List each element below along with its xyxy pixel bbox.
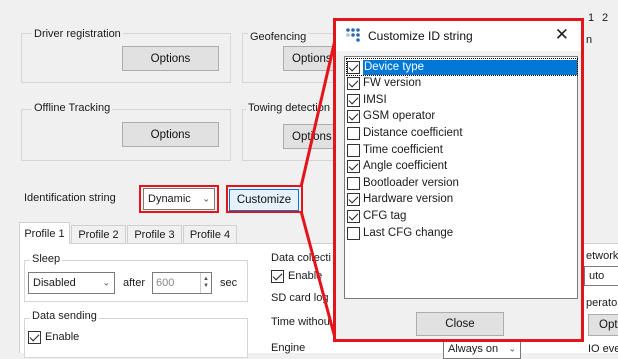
chevron-down-icon: ⌄ [102, 277, 110, 288]
app-logo-icon [346, 28, 360, 42]
operator-label: perator [586, 297, 618, 309]
list-item[interactable]: Last CFG change [347, 225, 577, 241]
list-item-checkbox[interactable] [347, 176, 360, 190]
list-item[interactable]: Distance coefficient [347, 125, 577, 141]
engine-value: Always on [448, 343, 499, 355]
list-item-label: GSM operator [363, 110, 436, 123]
sd-card-log-label: SD card log [271, 292, 329, 304]
io-events-label: IO events [588, 343, 618, 355]
close-icon[interactable]: ✕ [555, 25, 569, 45]
operator-options-button[interactable]: Opti [588, 314, 618, 336]
list-item-checkbox[interactable] [347, 209, 360, 223]
tab-profile-3[interactable]: Profile 3 [127, 225, 182, 244]
tab-profile-4[interactable]: Profile 4 [183, 225, 237, 244]
list-item[interactable]: FW version [347, 76, 577, 92]
list-item-checkbox[interactable] [347, 226, 360, 240]
tab-profile-1[interactable]: Profile 1 [19, 222, 70, 244]
offline-tracking-options-button[interactable]: Options [122, 122, 219, 147]
list-item-checkbox[interactable] [347, 77, 360, 91]
column-number-2: 2 [602, 12, 609, 24]
engine-label: Engine [271, 342, 306, 354]
sleep-after-label: after [123, 277, 146, 289]
list-item-label: Last CFG change [363, 226, 454, 239]
list-item-label: Device type [363, 59, 577, 75]
dialog-titlebar[interactable]: Customize ID string ✕ [336, 21, 581, 51]
sleep-unit-label: sec [220, 277, 238, 289]
offline-tracking-label: Offline Tracking [32, 102, 113, 114]
list-item-label: Distance coefficient [363, 126, 463, 139]
sleep-label: Sleep [30, 253, 63, 265]
data-sending-enable-label: Enable [45, 331, 80, 343]
list-item-label: Angle coefficient [363, 160, 448, 173]
driver-registration-options-button[interactable]: Options [122, 46, 219, 71]
identification-string-label: Identification string [24, 192, 116, 204]
sleep-mode-select[interactable]: Disabled ⌄ [28, 272, 115, 294]
list-item-label: Hardware version [363, 193, 454, 206]
data-collection-enable-checkbox[interactable] [271, 270, 284, 283]
network-label: etwork [586, 250, 618, 262]
list-item-checkbox[interactable] [347, 143, 360, 157]
data-sending-label: Data sending [30, 310, 99, 322]
list-item-label: IMSI [363, 93, 387, 106]
list-item[interactable]: Hardware version [347, 192, 577, 208]
dialog-title: Customize ID string [368, 29, 473, 43]
geofencing-label: Geofencing [248, 31, 309, 43]
network-value: uto [589, 270, 605, 282]
column-number-1: 1 [588, 12, 595, 24]
list-item-checkbox[interactable] [347, 93, 360, 107]
list-item[interactable]: IMSI [347, 92, 577, 108]
list-item[interactable]: Time coefficient [347, 142, 577, 158]
list-item-label: Bootloader version [363, 176, 459, 189]
sleep-mode-value: Disabled [33, 277, 76, 289]
list-item[interactable]: Device type [346, 58, 578, 76]
spin-arrows-icon[interactable]: ▲ ▼ [200, 273, 211, 293]
list-item[interactable]: CFG tag [347, 208, 577, 224]
close-button[interactable]: Close [416, 312, 504, 336]
list-item-checkbox[interactable] [347, 193, 360, 207]
right-partial-letter: n [586, 34, 593, 46]
data-collection-enable-label: Enable [288, 270, 323, 282]
list-item-checkbox[interactable] [347, 160, 360, 174]
driver-registration-label: Driver registration [32, 28, 123, 40]
id-string-checklist[interactable]: Device type FW version IMSI GSM operator Dis… [344, 56, 578, 299]
tab-profile-2[interactable]: Profile 2 [71, 225, 126, 244]
list-item-checkbox[interactable] [347, 60, 360, 74]
list-item-label: FW version [363, 77, 422, 90]
list-item-checkbox[interactable] [347, 126, 360, 140]
towing-detection-label: Towing detection [246, 102, 332, 114]
list-item[interactable]: Bootloader version [347, 175, 577, 191]
list-item[interactable]: Angle coefficient [347, 159, 577, 175]
list-item-checkbox[interactable] [347, 110, 360, 124]
sleep-timeout-value: 600 [156, 277, 175, 289]
sleep-timeout-stepper[interactable]: 600 ▲ ▼ [152, 272, 212, 294]
customize-id-string-dialog: Customize ID string ✕ Device type FW vers… [333, 18, 584, 342]
data-collection-label: Data collecti [271, 252, 331, 264]
data-sending-enable-checkbox[interactable] [28, 331, 41, 344]
list-item[interactable]: GSM operator [347, 109, 577, 125]
engine-select[interactable]: Always on ⌄ [443, 339, 521, 359]
list-item-label: CFG tag [363, 209, 407, 222]
network-select[interactable]: uto [584, 266, 618, 286]
customize-button-highlight [226, 185, 303, 213]
list-item-label: Time coefficient [363, 143, 443, 156]
time-without-label: Time withou [271, 316, 330, 328]
identification-select-highlight [139, 185, 219, 213]
